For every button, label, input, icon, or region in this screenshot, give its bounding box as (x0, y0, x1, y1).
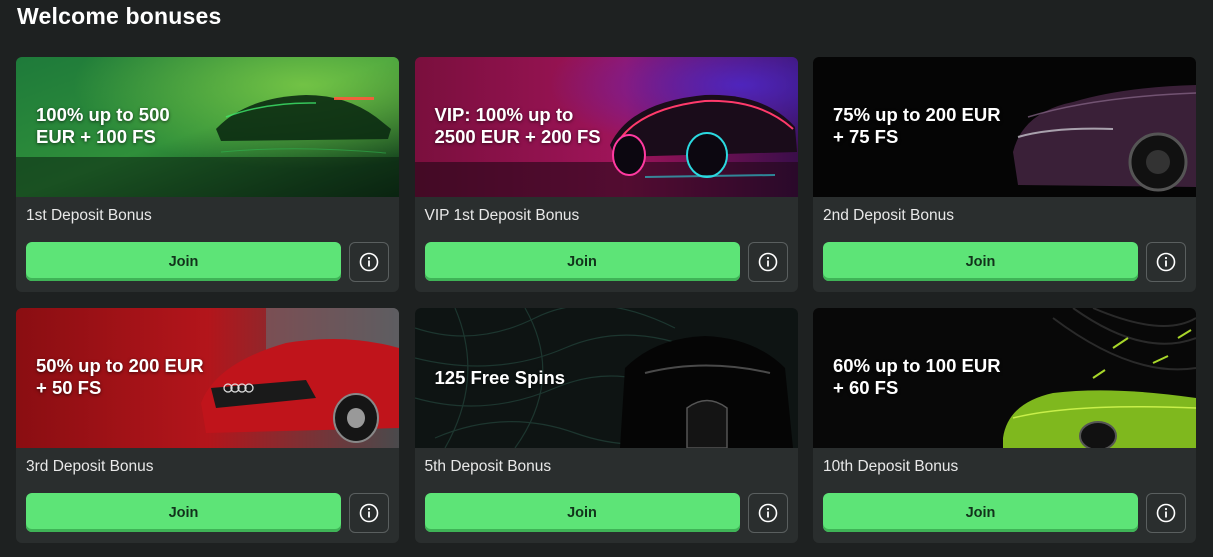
join-button[interactable]: Join (424, 493, 740, 532)
bonus-name: 5th Deposit Bonus (424, 458, 552, 475)
bonus-headline: 125 Free Spins (434, 367, 566, 388)
info-circle-icon (1156, 252, 1176, 272)
bonus-card: 125 Free Spins 5th Deposit Bonus Join (414, 308, 798, 543)
bonus-headline: VIP: 100% up to 2500 EUR + 200 FS (434, 104, 601, 147)
info-button[interactable] (747, 493, 788, 533)
join-button[interactable]: Join (823, 242, 1138, 281)
info-button[interactable] (349, 242, 389, 282)
bonus-card: 50% up to 200 EUR + 50 FS 3rd Deposit Bon… (16, 308, 399, 543)
bonus-banner: 60% up to 100 EUR + 60 FS (813, 308, 1196, 448)
info-button[interactable] (349, 493, 389, 533)
bonus-headline: 60% up to 100 EUR + 60 FS (833, 355, 1001, 398)
bonus-banner: 50% up to 200 EUR + 50 FS (16, 308, 399, 448)
bonus-headline: 100% up to 500 EUR + 100 FS (36, 104, 170, 147)
bonus-name: 10th Deposit Bonus (823, 458, 959, 475)
info-button[interactable] (1146, 242, 1186, 282)
info-circle-icon (758, 252, 777, 272)
bonus-headline: 50% up to 200 EUR + 50 FS (36, 355, 204, 398)
bonus-card: 60% up to 100 EUR + 60 FS 10th Deposit Bo… (813, 308, 1196, 543)
page-title: Welcome bonuses (17, 3, 222, 29)
info-circle-icon (758, 503, 777, 523)
info-button[interactable] (1146, 493, 1186, 533)
bonus-name: 2nd Deposit Bonus (823, 207, 954, 224)
bonus-card: 100% up to 500 EUR + 100 FS 1st Deposit B… (16, 57, 399, 292)
bonus-name: 1st Deposit Bonus (26, 207, 152, 224)
bonus-banner: 100% up to 500 EUR + 100 FS (16, 57, 399, 197)
bonus-banner: 75% up to 200 EUR + 75 FS (813, 57, 1196, 197)
join-button[interactable]: Join (823, 493, 1138, 532)
join-button[interactable]: Join (26, 493, 341, 532)
info-circle-icon (359, 252, 379, 272)
bonus-headline: 75% up to 200 EUR + 75 FS (833, 104, 1001, 147)
bonus-banner: 125 Free Spins (414, 308, 798, 448)
bonus-banner: VIP: 100% up to 2500 EUR + 200 FS (414, 57, 798, 197)
info-circle-icon (359, 503, 379, 523)
join-button[interactable]: Join (424, 242, 740, 281)
bonus-name: 3rd Deposit Bonus (26, 458, 154, 475)
join-button[interactable]: Join (26, 242, 341, 281)
bonus-card: VIP: 100% up to 2500 EUR + 200 FS VIP 1st… (414, 57, 798, 292)
bonus-card: 75% up to 200 EUR + 75 FS 2nd Deposit Bon… (813, 57, 1196, 292)
info-button[interactable] (747, 242, 788, 282)
info-circle-icon (1156, 503, 1176, 523)
bonus-name: VIP 1st Deposit Bonus (424, 207, 580, 224)
bonus-grid: 100% up to 500 EUR + 100 FS 1st Deposit B… (16, 57, 1196, 543)
